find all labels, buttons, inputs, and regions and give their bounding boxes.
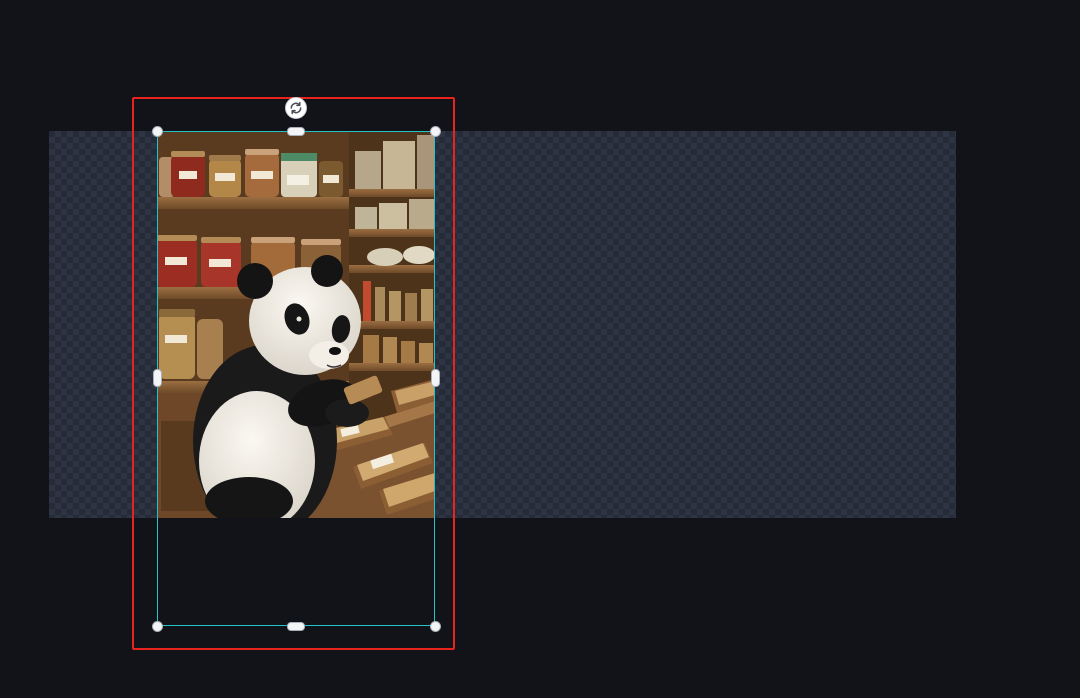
resize-handle-bottom-right[interactable]	[429, 620, 441, 632]
resize-handle-right[interactable]	[430, 369, 440, 387]
transform-bounding-box[interactable]	[157, 131, 435, 626]
editor-workspace[interactable]	[0, 0, 1080, 698]
rotate-handle[interactable]	[285, 97, 307, 119]
rotate-icon	[290, 101, 302, 115]
resize-handle-top[interactable]	[287, 126, 305, 136]
resize-handle-top-left[interactable]	[151, 125, 163, 137]
resize-handle-top-right[interactable]	[429, 125, 441, 137]
resize-handle-bottom-left[interactable]	[151, 620, 163, 632]
resize-handle-left[interactable]	[152, 369, 162, 387]
resize-handle-bottom[interactable]	[287, 621, 305, 631]
